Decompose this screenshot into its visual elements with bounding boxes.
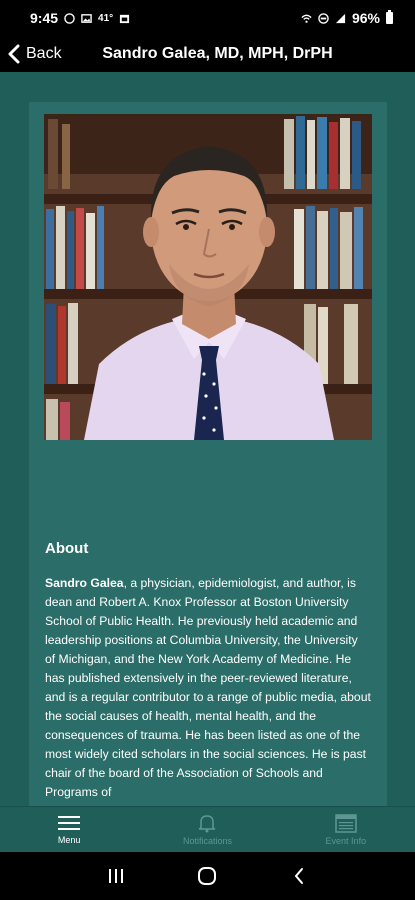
speaker-name: Sandro Galea — [45, 576, 124, 590]
nav-event-info[interactable]: Event Info — [277, 807, 415, 852]
home-button[interactable] — [187, 856, 227, 896]
about-text: Sandro Galea, a physician, epidemiologis… — [45, 574, 371, 802]
nav-menu-label: Menu — [57, 835, 81, 845]
home-icon — [198, 867, 217, 885]
recent-apps-button[interactable] — [96, 856, 136, 896]
hamburger-icon — [58, 816, 81, 830]
nav-notifications[interactable]: Notifications — [138, 807, 276, 852]
about-body: , a physician, epidemiologist, and autho… — [45, 576, 371, 799]
battery-icon — [386, 10, 393, 24]
chevron-left-icon — [294, 868, 304, 884]
battery-percentage: 96% — [351, 10, 380, 26]
nav-event-info-label: Event Info — [325, 836, 367, 846]
page-title: Sandro Galea, MD, MPH, DrPH — [102, 45, 333, 62]
photo-card — [29, 102, 387, 542]
system-back-button[interactable] — [279, 856, 319, 896]
status-bar: 9:45 41° 96% — [0, 0, 415, 36]
speaker-detail-content[interactable]: About Sandro Galea, a physician, epidemi… — [0, 72, 415, 806]
status-left: 9:45 41° — [30, 10, 130, 26]
spacer-card — [29, 483, 387, 509]
speaker-photo — [44, 114, 372, 440]
wifi-calling-icon — [301, 14, 312, 23]
whatsapp-icon — [64, 12, 75, 24]
bottom-nav: Menu Notifications Event Info — [0, 806, 415, 852]
about-title: About — [45, 540, 89, 557]
vpn-icon — [318, 12, 329, 24]
back-label: Back — [26, 45, 62, 62]
status-right: 96% — [301, 10, 393, 26]
status-time: 9:45 — [30, 10, 59, 26]
signal-icon — [335, 13, 346, 23]
calendar-icon — [335, 814, 357, 833]
bell-icon — [199, 815, 216, 833]
calendar-status-icon — [120, 14, 130, 23]
back-button[interactable]: Back — [8, 36, 62, 72]
recent-apps-icon — [108, 869, 123, 883]
nav-menu[interactable]: Menu — [0, 807, 138, 852]
system-nav-bar — [0, 852, 415, 900]
chevron-left-icon — [8, 44, 20, 64]
nav-notifications-label: Notifications — [182, 836, 232, 846]
app-header: Back Sandro Galea, MD, MPH, DrPH — [0, 36, 415, 72]
status-temperature: 41° — [98, 12, 114, 24]
about-card: About Sandro Galea, a physician, epidemi… — [29, 522, 387, 806]
image-icon — [81, 13, 92, 23]
